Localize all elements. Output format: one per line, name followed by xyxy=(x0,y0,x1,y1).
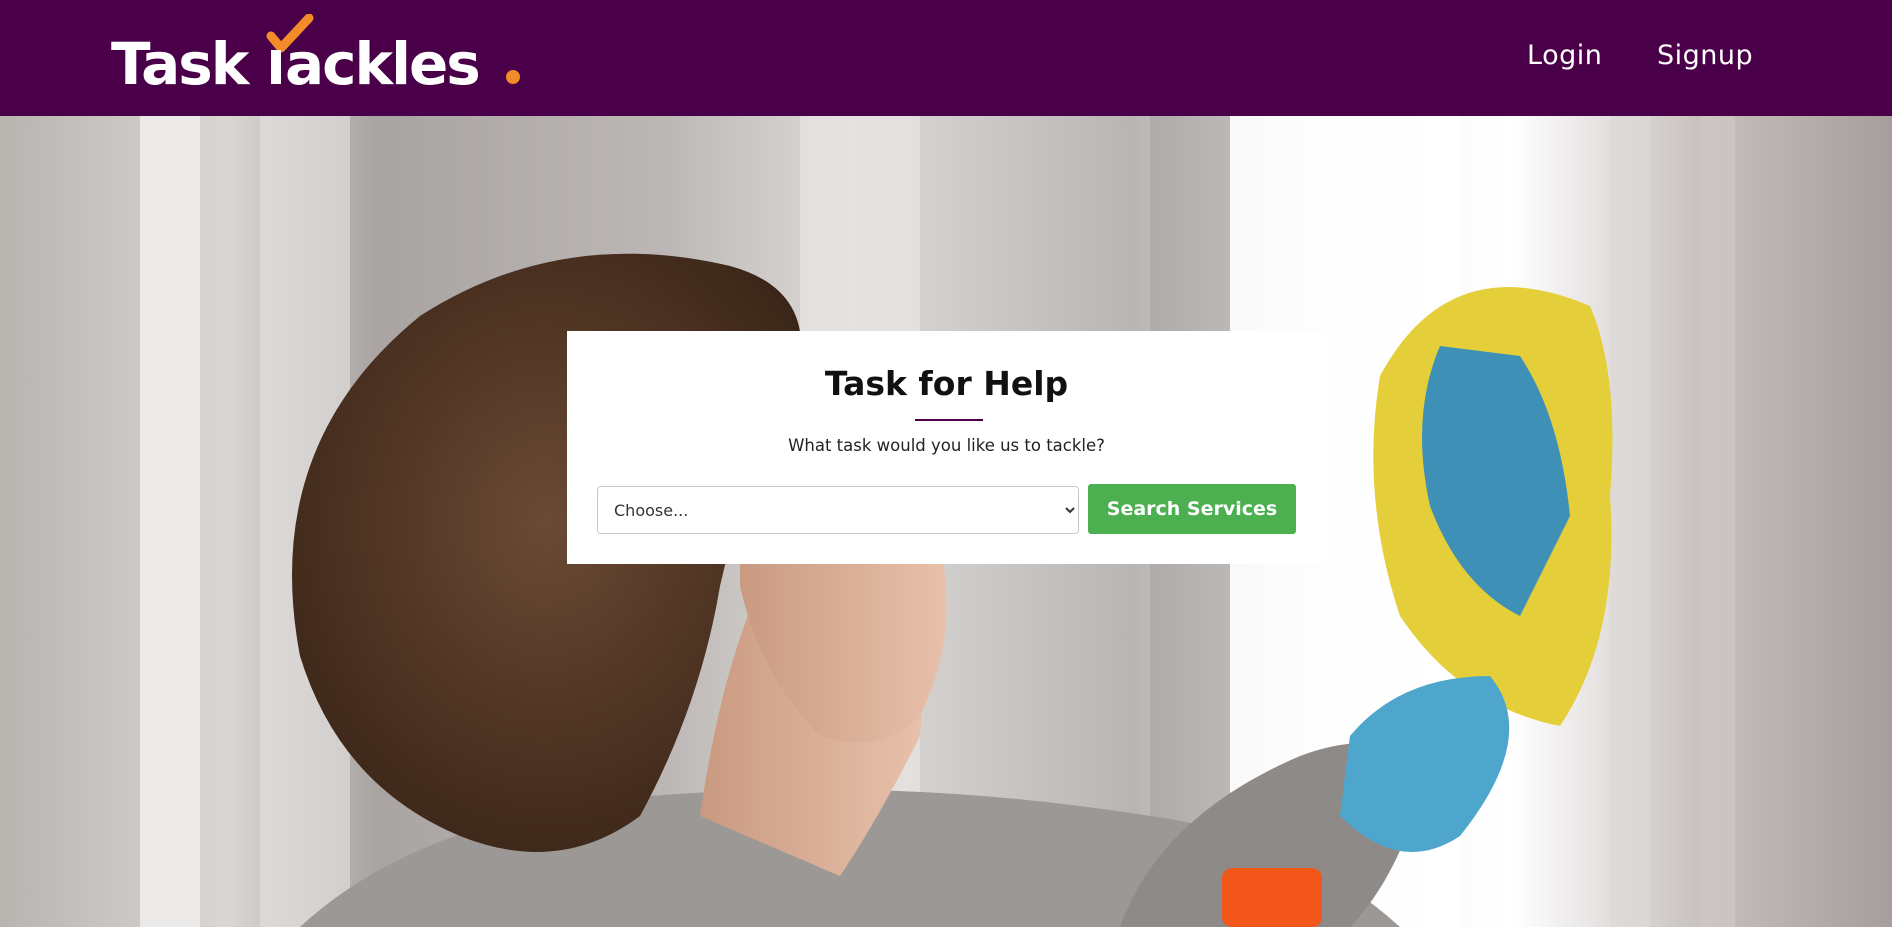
logo-text-task: Task xyxy=(111,30,251,98)
logo-text-ackles: ackles xyxy=(285,30,479,98)
card-subtitle: What task would you like us to tackle? xyxy=(788,436,1105,455)
logo-t-stem xyxy=(271,50,281,84)
signup-link[interactable]: Signup xyxy=(1657,38,1753,74)
task-category-select[interactable]: Choose... xyxy=(597,486,1079,534)
title-divider xyxy=(915,419,983,421)
task-tackles-logo[interactable]: Task ackles xyxy=(111,14,531,104)
hero-section: Task for Help What task would you like u… xyxy=(0,116,1892,927)
top-navbar: Task ackles Login Signup xyxy=(0,0,1892,116)
card-title: Task for Help xyxy=(824,364,1069,403)
task-search-card: Task for Help What task would you like u… xyxy=(567,331,1326,564)
logo-dot xyxy=(506,70,520,84)
search-services-button[interactable]: Search Services xyxy=(1088,484,1296,534)
login-link[interactable]: Login xyxy=(1527,38,1602,74)
